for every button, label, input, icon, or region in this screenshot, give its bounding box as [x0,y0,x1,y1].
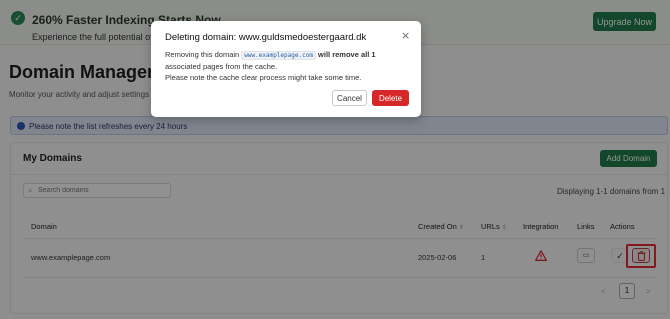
delete-domain-dialog: Deleting domain: www.guldsmedoestergaard… [151,21,421,117]
dialog-body: Removing this domain www.examplepage.com… [165,49,409,83]
dialog-title: Deleting domain: www.guldsmedoestergaard… [165,32,367,43]
dialog-text: Removing this domain [165,50,240,59]
delete-button[interactable]: Delete [372,90,409,106]
dialog-text-bold: will remove all 1 [318,50,376,59]
cancel-button[interactable]: Cancel [332,90,367,106]
dialog-text: associated pages from the cache. [165,62,278,71]
close-icon[interactable]: × [401,29,410,42]
dialog-note: Please note the cache clear process migh… [165,73,362,82]
domain-code: www.examplepage.com [241,51,316,60]
